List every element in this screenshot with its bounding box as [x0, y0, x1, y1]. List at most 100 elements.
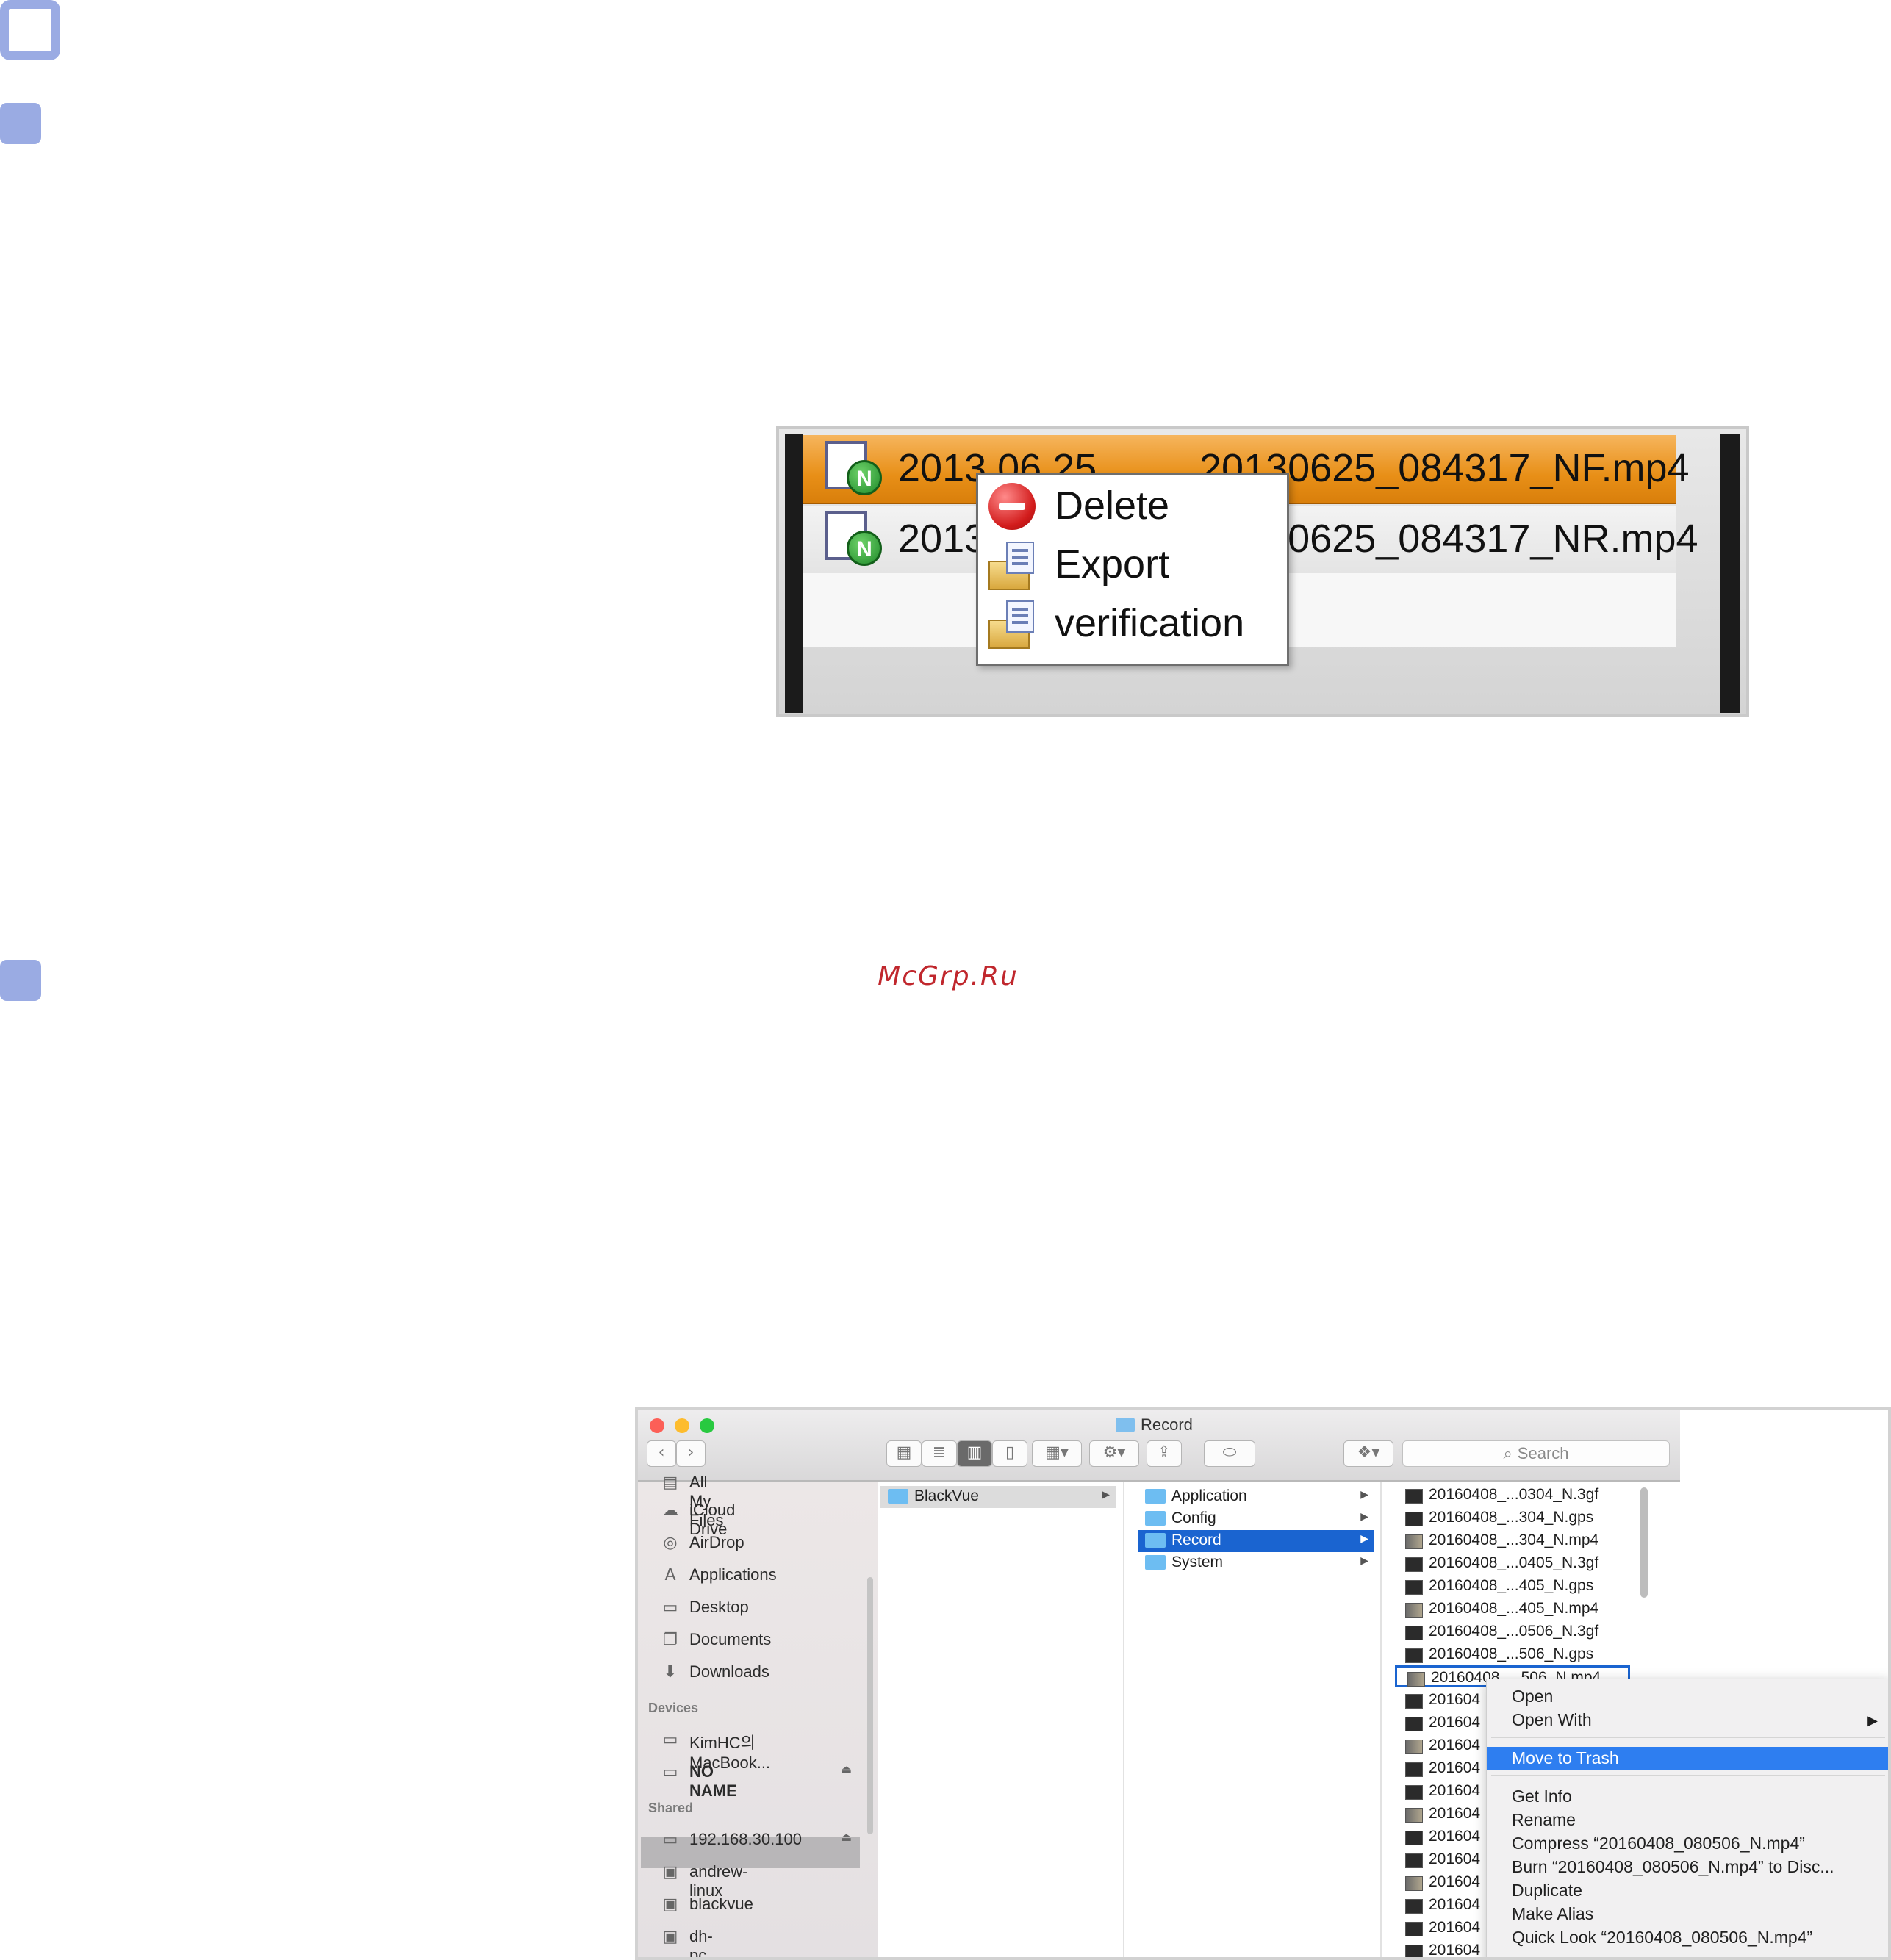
video-file-icon: [1405, 1740, 1423, 1754]
folder-icon: [1116, 1418, 1135, 1432]
menu-item-quick-look[interactable]: Quick Look “20160408_080506_N.mp4”: [1487, 1926, 1888, 1950]
file-item[interactable]: 20160408_...304_N.mp4: [1395, 1530, 1630, 1552]
files-icon: ▤: [662, 1473, 678, 1492]
applications-icon: A: [664, 1566, 676, 1584]
back-button[interactable]: ‹: [647, 1440, 676, 1467]
close-icon[interactable]: [650, 1418, 664, 1433]
zoom-icon[interactable]: [700, 1418, 714, 1433]
file-icon: [1405, 1648, 1423, 1663]
finder-context-menu: Open Open With ▶ Move to Trash Get Info R…: [1486, 1679, 1888, 1957]
cloud-icon: ☁: [662, 1501, 678, 1520]
sidebar-devices-header: Devices: [648, 1701, 699, 1715]
tag-icon[interactable]: ⬭: [1204, 1440, 1255, 1467]
folder-item-config[interactable]: Config ▶: [1138, 1508, 1374, 1530]
menu-item-delete[interactable]: Delete: [978, 475, 1287, 534]
computer-icon: ▣: [662, 1895, 678, 1914]
bullet-marker: [0, 960, 41, 1001]
eject-icon[interactable]: ⏏: [841, 1762, 852, 1776]
file-item[interactable]: 20160408_...304_N.gps: [1395, 1507, 1630, 1529]
menu-item-move-to-trash[interactable]: Move to Trash: [1487, 1747, 1888, 1770]
folder-item-application[interactable]: Application ▶: [1138, 1486, 1374, 1508]
file-icon: [1405, 1489, 1423, 1504]
verification-folder-icon: [988, 600, 1036, 649]
folder-icon: [1145, 1489, 1166, 1504]
file-item[interactable]: 20160408_...0304_N.3gf: [1395, 1485, 1630, 1507]
video-file-icon: [1407, 1672, 1425, 1687]
file-item[interactable]: 20160408_...405_N.mp4: [1395, 1598, 1630, 1620]
desktop-icon: ▭: [662, 1598, 678, 1617]
viewer-file-list: N 2013.06.25 20130625_084317_NF.mp4 N 20…: [776, 426, 1749, 717]
file-icon: [1405, 1626, 1423, 1640]
file-icon: [1405, 1922, 1423, 1936]
downloads-icon: ⬇: [663, 1663, 678, 1681]
file-list-scrollbar[interactable]: [1640, 1487, 1648, 1598]
documents-icon: ❐: [663, 1631, 678, 1649]
search-input[interactable]: ⌕ Search: [1402, 1440, 1670, 1467]
column-view-icon[interactable]: ▥: [957, 1440, 992, 1467]
forward-button[interactable]: ›: [676, 1440, 706, 1467]
menu-item-duplicate[interactable]: Duplicate: [1487, 1879, 1888, 1903]
sidebar-scrollbar[interactable]: [867, 1577, 873, 1834]
file-icon: [1405, 1762, 1423, 1777]
menu-item-get-info[interactable]: Get Info: [1487, 1785, 1888, 1809]
minimize-icon[interactable]: [675, 1418, 689, 1433]
context-menu: Delete Export verification: [976, 473, 1289, 666]
icon-view-icon[interactable]: ▦: [886, 1440, 922, 1467]
file-icon: [1405, 1853, 1423, 1868]
folder-item-system[interactable]: System ▶: [1138, 1552, 1374, 1574]
dropbox-icon[interactable]: ❖▾: [1343, 1440, 1393, 1467]
watermark: McGrp.Ru: [878, 961, 1019, 991]
arrange-icon[interactable]: ▦▾: [1032, 1440, 1082, 1467]
file-icon: [1405, 1717, 1423, 1731]
video-file-icon: [1405, 1534, 1423, 1549]
chevron-right-icon: ▶: [1360, 1533, 1368, 1545]
file-icon: [1405, 1557, 1423, 1572]
sidebar: ▤ All My Files ☁ iCloud Drive ◎ AirDrop A Ap…: [638, 1473, 878, 1957]
chevron-right-icon: ▶: [1360, 1555, 1368, 1567]
column-root: BlackVue ▶: [880, 1482, 1124, 1957]
sidebar-shared-header: Shared: [648, 1801, 694, 1815]
chevron-right-icon: ▶: [1360, 1511, 1368, 1523]
menu-item-make-alias[interactable]: Make Alias: [1487, 1903, 1888, 1926]
folder-icon: [1145, 1555, 1166, 1570]
column-blackvue: Application ▶ Config ▶ Record ▶ System ▶: [1138, 1482, 1382, 1957]
menu-item-export[interactable]: Export: [978, 534, 1287, 593]
menu-separator: [1491, 1737, 1885, 1738]
coverflow-view-icon[interactable]: ▯: [992, 1440, 1027, 1467]
menu-item-rename[interactable]: Rename: [1487, 1809, 1888, 1832]
folder-item-blackvue[interactable]: BlackVue ▶: [880, 1486, 1116, 1508]
export-folder-icon: [988, 542, 1036, 590]
airdrop-icon: ◎: [663, 1534, 678, 1552]
drive-icon: ▭: [662, 1763, 678, 1781]
video-file-icon: N: [825, 511, 882, 566]
menu-item-compress[interactable]: Compress “20160408_080506_N.mp4”: [1487, 1832, 1888, 1856]
menu-separator: [1491, 1775, 1885, 1776]
file-item[interactable]: 20160408_...0405_N.3gf: [1395, 1553, 1630, 1575]
menu-item-open[interactable]: Open: [1487, 1685, 1888, 1709]
menu-item-open-with[interactable]: Open With ▶: [1487, 1709, 1888, 1732]
share-icon[interactable]: ⇪: [1147, 1440, 1182, 1467]
file-icon: [1405, 1694, 1423, 1709]
bullet-marker: [0, 103, 41, 144]
gear-icon[interactable]: ⚙▾: [1089, 1440, 1139, 1467]
computer-icon: ▣: [662, 1928, 678, 1946]
file-icon: [1405, 1580, 1423, 1595]
file-item[interactable]: 20160408_...506_N.gps: [1395, 1644, 1630, 1666]
eject-icon[interactable]: ⏏: [841, 1830, 852, 1844]
file-item[interactable]: 20160408_...405_N.gps: [1395, 1576, 1630, 1598]
finder-window: Record ‹ › ▦ ≣ ▥ ▯ ▦▾ ⚙▾ ⇪ ⬭ ❖▾ ⌕ Search…: [635, 1407, 1891, 1960]
file-icon: [1405, 1899, 1423, 1914]
file-icon: [1405, 1512, 1423, 1526]
folder-item-record[interactable]: Record ▶: [1138, 1530, 1374, 1552]
folder-icon: [1145, 1533, 1166, 1548]
video-file-icon: [1405, 1876, 1423, 1891]
file-item[interactable]: 20160408_...0506_N.3gf: [1395, 1621, 1630, 1643]
file-icon: [1405, 1785, 1423, 1800]
search-icon: ⌕: [1503, 1445, 1518, 1463]
list-view-icon[interactable]: ≣: [922, 1440, 957, 1467]
menu-item-verification[interactable]: verification: [978, 593, 1287, 652]
chevron-right-icon: ▶: [1360, 1489, 1368, 1501]
checkbox-marker: [0, 0, 60, 60]
menu-item-burn[interactable]: Burn “20160408_080506_N.mp4” to Disc...: [1487, 1856, 1888, 1879]
chevron-right-icon: ▶: [1102, 1489, 1110, 1501]
